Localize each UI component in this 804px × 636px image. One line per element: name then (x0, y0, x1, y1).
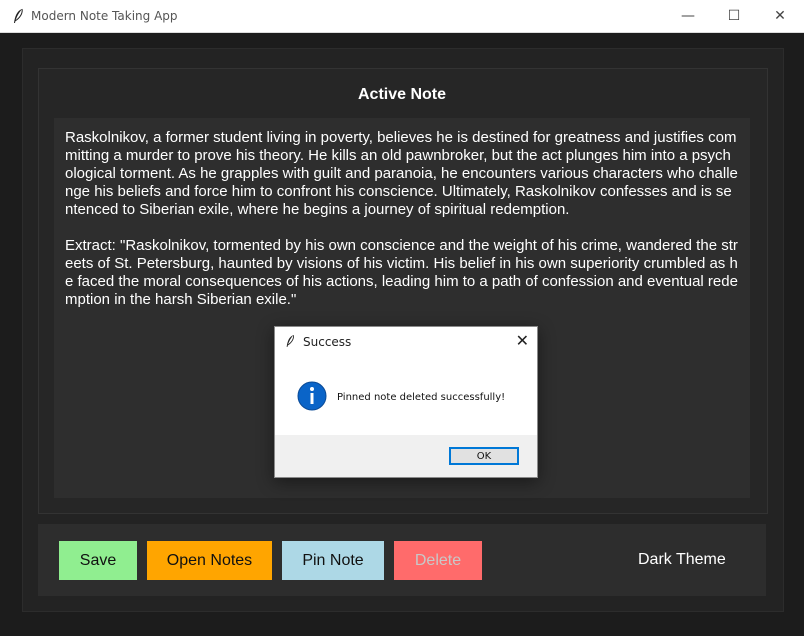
feather-icon (14, 8, 23, 23)
ok-button[interactable]: OK (449, 447, 519, 465)
minimize-icon: — (681, 8, 695, 24)
close-window-button[interactable]: ✕ (757, 0, 803, 32)
window-title: Modern Note Taking App (31, 9, 178, 23)
save-button[interactable]: Save (59, 541, 137, 580)
feather-icon (286, 335, 294, 347)
window-titlebar: Modern Note Taking App — ☐ ✕ (0, 0, 804, 33)
minimize-button[interactable]: — (665, 0, 711, 32)
dialog-close-button[interactable]: ✕ (516, 331, 529, 350)
info-icon (297, 381, 327, 411)
dialog-body: Pinned note deleted successfully! (275, 357, 537, 435)
open-notes-button[interactable]: Open Notes (147, 541, 272, 580)
close-icon: ✕ (774, 8, 786, 24)
maximize-icon: ☐ (727, 8, 741, 24)
dialog-titlebar: Success ✕ (275, 327, 537, 357)
maximize-button[interactable]: ☐ (711, 0, 757, 32)
success-dialog: Success ✕ Pinned note deleted successful… (274, 326, 538, 478)
dialog-footer: OK (275, 435, 537, 477)
dialog-title: Success (303, 335, 352, 349)
note-paragraph: Raskolnikov, a former student living in … (65, 129, 738, 218)
note-heading: Active Note (357, 86, 447, 103)
theme-toggle[interactable]: Dark Theme (638, 551, 726, 569)
delete-button[interactable]: Delete (394, 541, 482, 580)
dialog-message: Pinned note deleted successfully! (337, 392, 506, 403)
note-extract-paragraph: Extract: "Raskolnikov, tormented by his … (65, 237, 738, 308)
pin-note-button[interactable]: Pin Note (282, 541, 384, 580)
